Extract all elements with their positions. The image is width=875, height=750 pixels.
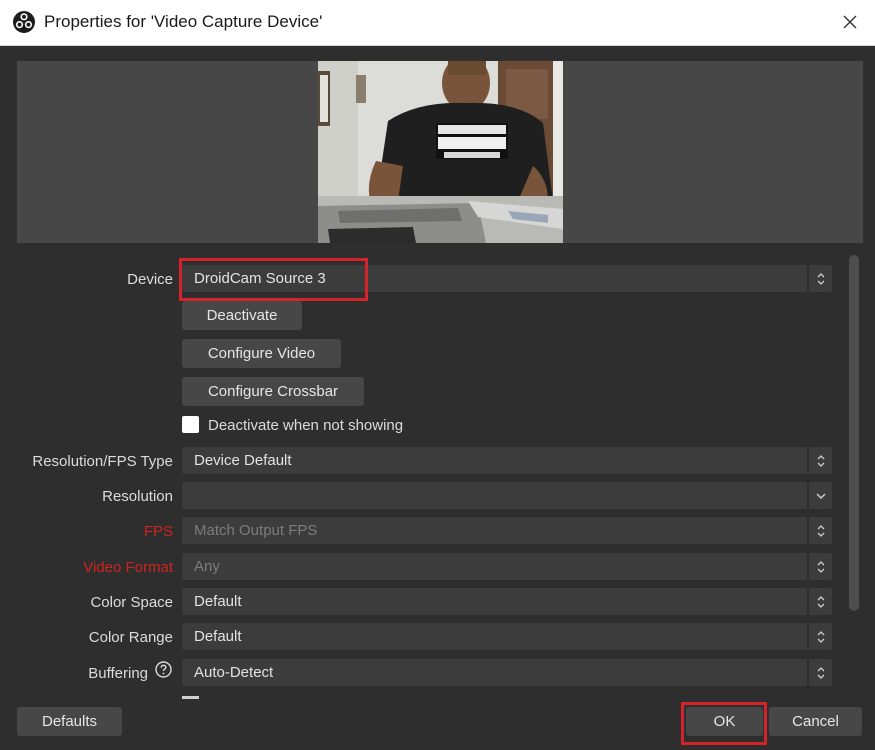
close-button[interactable] (835, 8, 865, 36)
configure-video-button[interactable]: Configure Video (182, 339, 341, 368)
ok-highlight-box (681, 702, 767, 745)
deactivate-when-not-showing-label: Deactivate when not showing (208, 417, 404, 434)
spinner-arrows-icon (807, 623, 832, 650)
properties-dialog: Properties for 'Video Capture Device' De… (0, 0, 875, 750)
buffering-value: Auto-Detect (194, 664, 274, 681)
chevron-down-icon (807, 482, 832, 509)
spinner-arrows-icon (807, 588, 832, 615)
device-highlight-box (179, 258, 368, 301)
resolution-select[interactable] (182, 482, 832, 509)
video-format-label: Video Format (83, 559, 173, 576)
spinner-arrows-icon (807, 659, 832, 686)
video-format-select[interactable]: Any (182, 553, 832, 580)
color-space-select[interactable]: Default (182, 588, 832, 615)
partial-checkbox[interactable] (182, 696, 199, 699)
color-range-value: Default (194, 628, 242, 645)
color-range-label: Color Range (88, 629, 173, 646)
spinner-arrows-icon (807, 553, 832, 580)
camera-preview-image (318, 61, 563, 243)
color-range-select[interactable]: Default (182, 623, 832, 650)
buffering-label: Buffering (88, 665, 148, 682)
help-circle-icon[interactable] (155, 661, 172, 678)
resolution-fps-type-select[interactable]: Device Default (182, 447, 832, 474)
cancel-button[interactable]: Cancel (769, 707, 862, 736)
spinner-arrows-icon (807, 447, 832, 474)
fps-select[interactable]: Match Output FPS (182, 517, 832, 544)
resolution-fps-type-value: Device Default (194, 452, 292, 469)
close-icon (843, 15, 857, 29)
scrollbar-thumb[interactable] (849, 255, 859, 611)
obs-logo-icon (13, 11, 35, 33)
window-title: Properties for 'Video Capture Device' (44, 12, 323, 31)
fps-label: FPS (143, 523, 173, 540)
spinner-arrows-icon (807, 517, 832, 544)
color-space-label: Color Space (90, 594, 173, 611)
fps-value: Match Output FPS (194, 522, 318, 539)
defaults-button[interactable]: Defaults (17, 707, 122, 736)
buffering-select[interactable]: Auto-Detect (182, 659, 832, 686)
resolution-label: Resolution (102, 488, 173, 505)
color-space-value: Default (194, 593, 242, 610)
deactivate-when-not-showing-checkbox[interactable] (182, 416, 199, 433)
device-label: Device (127, 271, 173, 288)
video-format-value: Any (194, 558, 220, 575)
resolution-fps-type-label: Resolution/FPS Type (32, 453, 173, 470)
camera-preview (318, 61, 563, 243)
deactivate-button[interactable]: Deactivate (182, 301, 302, 330)
title-bar: Properties for 'Video Capture Device' (0, 0, 875, 46)
scrollbar[interactable] (848, 253, 860, 613)
configure-crossbar-button[interactable]: Configure Crossbar (182, 377, 364, 406)
spinner-arrows-icon (807, 265, 832, 292)
